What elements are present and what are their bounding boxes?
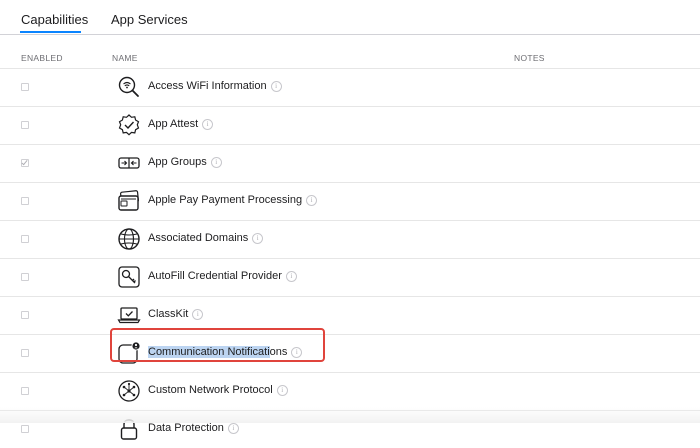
enable-checkbox[interactable] — [21, 349, 29, 357]
capability-label: Associated Domains — [148, 232, 249, 244]
network-protocol-icon — [118, 380, 140, 402]
verified-badge-icon — [118, 114, 140, 136]
enable-checkbox[interactable] — [21, 273, 29, 281]
capability-label: Access WiFi Information — [148, 80, 267, 92]
annotation-highlight-box — [110, 328, 325, 362]
capability-row-custom-network-protocol: Custom Network Protocol i — [0, 372, 700, 410]
capability-label: Data Protection — [148, 422, 224, 434]
column-header-enabled: ENABLED — [21, 53, 63, 63]
capability-label: Apple Pay Payment Processing — [148, 194, 303, 206]
enable-checkbox[interactable] — [21, 425, 29, 433]
info-icon[interactable]: i — [252, 232, 264, 244]
capability-row-classkit: ClassKit i — [0, 296, 700, 334]
enable-checkbox[interactable] — [21, 121, 29, 129]
capability-label: Custom Network Protocol — [148, 384, 273, 396]
enable-checkbox[interactable] — [21, 159, 29, 167]
capability-label: App Attest — [148, 118, 199, 130]
column-header-notes: NOTES — [514, 53, 545, 63]
active-tab-indicator — [20, 31, 81, 33]
column-header-name: NAME — [112, 53, 138, 63]
enable-checkbox[interactable] — [21, 235, 29, 243]
app-groups-icon — [118, 157, 140, 169]
capability-row-apple-pay-payment-processing: Apple Pay Payment Processing i — [0, 182, 700, 220]
wallet-cards-icon — [118, 190, 139, 211]
capabilities-list: Access WiFi Information i App Attest i App… — [0, 68, 700, 448]
capability-row-app-attest: App Attest i — [0, 106, 700, 144]
key-icon — [118, 266, 140, 288]
laptop-check-icon — [117, 307, 141, 324]
tab-app-services[interactable]: App Services — [111, 12, 188, 27]
enable-checkbox[interactable] — [21, 83, 29, 91]
info-icon[interactable]: i — [227, 422, 239, 434]
capability-label: AutoFill Credential Provider — [148, 270, 282, 282]
enable-checkbox[interactable] — [21, 197, 29, 205]
info-icon[interactable]: i — [306, 194, 318, 206]
capability-row-access-wifi-information: Access WiFi Information i — [0, 68, 700, 106]
tab-bar: Capabilities App Services — [0, 0, 700, 35]
info-icon[interactable]: i — [202, 118, 214, 130]
info-icon[interactable]: i — [192, 308, 204, 320]
bottom-fade — [0, 407, 700, 423]
info-icon[interactable]: i — [276, 384, 288, 396]
globe-icon — [118, 228, 140, 250]
info-icon[interactable]: i — [285, 270, 297, 282]
wifi-search-icon — [118, 76, 139, 97]
tab-capabilities[interactable]: Capabilities — [21, 12, 88, 27]
info-icon[interactable]: i — [210, 156, 222, 168]
capability-row-communication-notifications: Communication Notifications i — [0, 334, 700, 372]
enable-checkbox[interactable] — [21, 311, 29, 319]
enable-checkbox[interactable] — [21, 387, 29, 395]
info-icon[interactable]: i — [270, 80, 282, 92]
capability-row-associated-domains: Associated Domains i — [0, 220, 700, 258]
capability-label: ClassKit — [148, 308, 189, 320]
capability-row-app-groups: App Groups i — [0, 144, 700, 182]
capability-row-autofill-credential-provider: AutoFill Credential Provider i — [0, 258, 700, 296]
capability-label: App Groups — [148, 156, 207, 168]
